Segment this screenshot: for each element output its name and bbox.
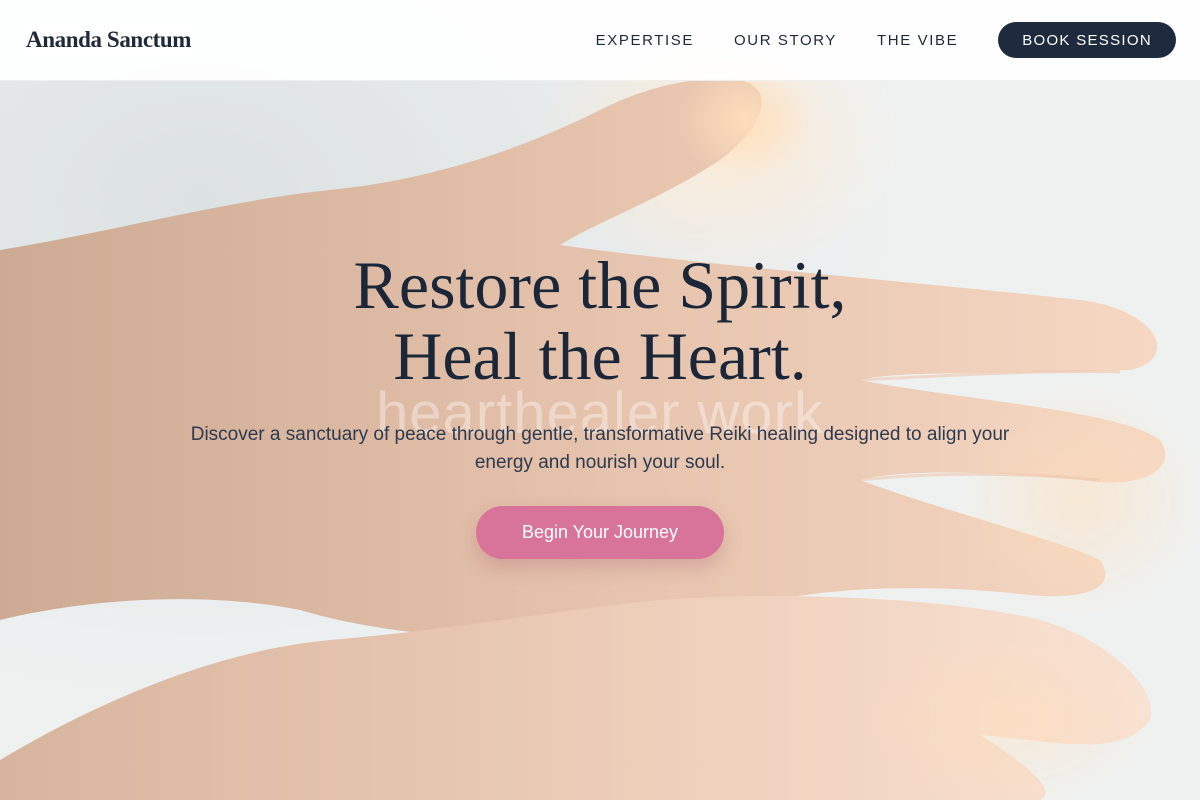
- hero-section: Restore the Spirit, Heal the Heart. Disc…: [0, 250, 1200, 559]
- hero-title-line-2: Heal the Heart.: [393, 318, 807, 394]
- site-header: Ananda Sanctum EXPERTISE OUR STORY THE V…: [0, 0, 1200, 81]
- main-nav: EXPERTISE OUR STORY THE VIBE BOOK SESSIO…: [556, 22, 1176, 58]
- brand-logo[interactable]: Ananda Sanctum: [24, 25, 194, 55]
- nav-link-our-story[interactable]: OUR STORY: [734, 32, 837, 49]
- book-session-button[interactable]: BOOK SESSION: [998, 22, 1176, 58]
- nav-link-the-vibe[interactable]: THE VIBE: [877, 32, 958, 49]
- hero-title-line-1: Restore the Spirit,: [353, 247, 847, 323]
- hero-subtitle: Discover a sanctuary of peace through ge…: [190, 424, 1010, 473]
- begin-journey-button[interactable]: Begin Your Journey: [476, 506, 724, 559]
- hero-title: Restore the Spirit, Heal the Heart.: [0, 250, 1200, 392]
- nav-link-expertise[interactable]: EXPERTISE: [596, 32, 694, 49]
